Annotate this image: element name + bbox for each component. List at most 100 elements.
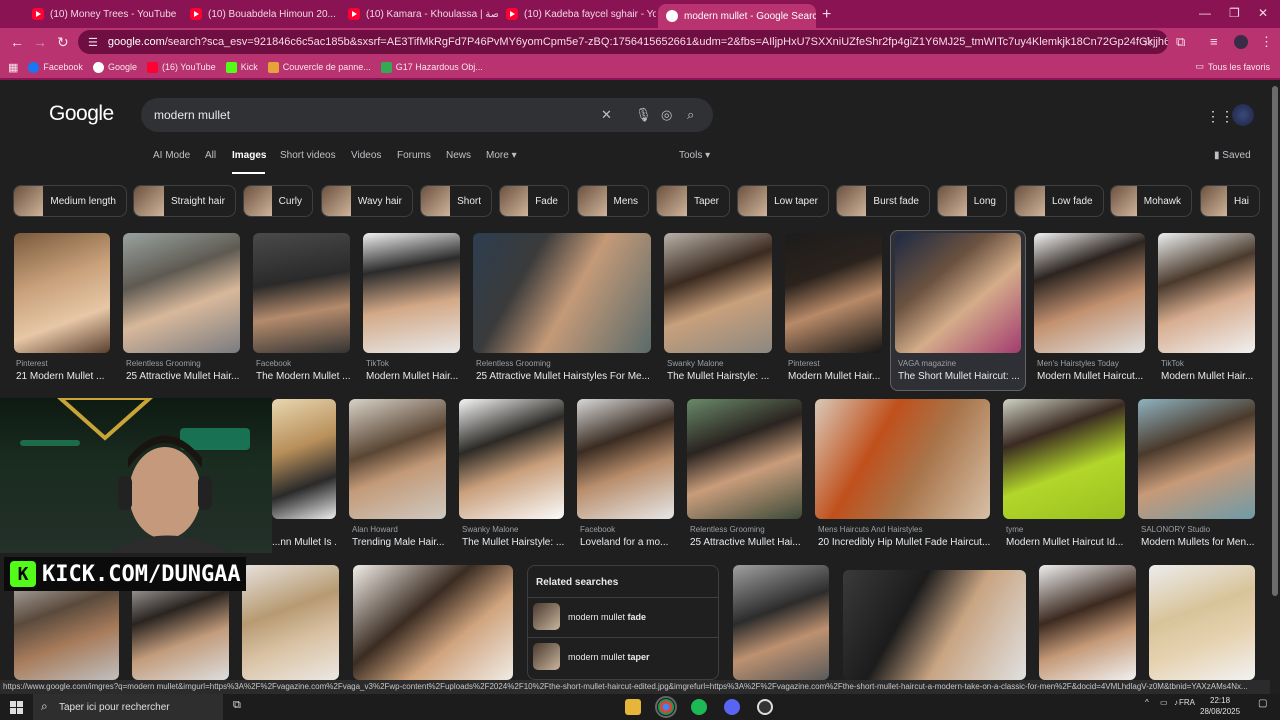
result-title[interactable]: 21 Modern Mullet ... xyxy=(16,371,112,382)
tab-youtube-money-trees[interactable]: (10) Money Trees - YouTube ✕ xyxy=(24,4,182,24)
result-image[interactable] xyxy=(363,233,460,353)
bookmark-google[interactable]: Google xyxy=(92,61,137,73)
tab-images[interactable]: Images xyxy=(232,150,266,161)
result-title[interactable]: 25 Attractive Mullet Hairstyles For Me..… xyxy=(476,371,654,382)
result-source[interactable]: Relentless Grooming xyxy=(126,359,243,368)
all-bookmarks[interactable]: ▭ Tous les favoris xyxy=(1195,61,1270,72)
bookmark-youtube[interactable]: (16) YouTube xyxy=(146,61,216,73)
result-image[interactable] xyxy=(1149,565,1255,680)
result-source[interactable]: Alan Howard xyxy=(352,525,449,534)
reload-icon[interactable]: ↻ xyxy=(57,34,69,51)
chip-fade[interactable]: Fade xyxy=(499,185,569,217)
result-source[interactable]: Facebook xyxy=(256,359,353,368)
tab-more[interactable]: More ▾ xyxy=(486,150,517,161)
result-title[interactable]: Loveland for a mo... xyxy=(580,537,677,548)
result-source[interactable]: Swanky Malone xyxy=(667,359,775,368)
page-scrollbar[interactable] xyxy=(1270,80,1280,694)
chip-wavy-hair[interactable]: Wavy hair xyxy=(321,185,413,217)
result-image[interactable] xyxy=(785,233,882,353)
chip-short[interactable]: Short xyxy=(420,185,492,217)
bookmark-couvercle[interactable]: Couvercle de panne... xyxy=(267,61,371,73)
result-image[interactable] xyxy=(253,233,350,353)
discord-icon[interactable] xyxy=(724,699,740,715)
result-image[interactable] xyxy=(687,399,802,519)
close-window-icon[interactable]: ✕ xyxy=(1258,6,1268,20)
tab-forums[interactable]: Forums xyxy=(397,150,431,161)
bookmark-kick[interactable]: Kick xyxy=(225,61,258,73)
chrome-icon[interactable] xyxy=(655,696,677,718)
tools-button[interactable]: Tools ▾ xyxy=(679,150,710,161)
tab-short-videos[interactable]: Short videos xyxy=(280,150,336,161)
profile-avatar[interactable] xyxy=(1234,35,1248,49)
search-icon[interactable]: ⌕ xyxy=(687,107,694,123)
result-source[interactable]: Pinterest xyxy=(16,359,112,368)
windows-start-icon[interactable] xyxy=(10,701,24,714)
new-tab-button[interactable]: + xyxy=(822,6,831,24)
taskbar-search[interactable]: ⌕ Taper ici pour rechercher xyxy=(33,694,223,720)
avatar[interactable] xyxy=(1232,104,1254,126)
menu-icon[interactable]: ⋮ xyxy=(1260,34,1273,50)
tab-videos[interactable]: Videos xyxy=(351,150,381,161)
site-info-icon[interactable]: ☰ xyxy=(88,36,98,49)
result-title[interactable]: The Short Mullet Haircut: ... xyxy=(898,371,1022,382)
chip-long[interactable]: Long xyxy=(937,185,1007,217)
result-image[interactable] xyxy=(664,233,772,353)
result-image[interactable] xyxy=(895,233,1021,353)
result-title[interactable]: The Mullet Hairstyle: ... xyxy=(462,537,567,548)
result-source[interactable]: TikTok xyxy=(1161,359,1258,368)
result-source[interactable]: Men's Hairstyles Today xyxy=(1037,359,1148,368)
result-source[interactable]: Facebook xyxy=(580,525,677,534)
result-source[interactable]: TikTok xyxy=(366,359,463,368)
result-title[interactable]: Modern Mullet Haircut... xyxy=(1037,371,1148,382)
bookmark-star-icon[interactable]: ☆ xyxy=(1142,34,1154,50)
minimize-icon[interactable]: — xyxy=(1199,6,1211,20)
media-controls-icon[interactable]: ≡ xyxy=(1210,34,1218,49)
chip-mens[interactable]: Mens xyxy=(577,185,649,217)
chip-low-taper[interactable]: Low taper xyxy=(737,185,829,217)
result-image[interactable] xyxy=(815,399,990,519)
language-indicator[interactable]: FRA xyxy=(1179,698,1195,707)
result-image[interactable] xyxy=(1138,399,1255,519)
bookmark-facebook[interactable]: Facebook xyxy=(28,61,83,73)
chip-hair[interactable]: Hai xyxy=(1200,185,1260,217)
result-image[interactable] xyxy=(733,565,829,680)
result-image[interactable] xyxy=(123,233,240,353)
google-logo[interactable]: Google xyxy=(49,102,114,126)
result-image[interactable] xyxy=(1034,233,1145,353)
file-explorer-icon[interactable] xyxy=(625,699,641,715)
result-title[interactable]: The Mullet Hairstyle: ... xyxy=(667,371,775,382)
network-icon[interactable]: ▭ xyxy=(1160,698,1168,707)
forward-icon[interactable]: → xyxy=(33,34,47,50)
result-source[interactable]: Relentless Grooming xyxy=(476,359,654,368)
result-image[interactable] xyxy=(353,565,513,680)
result-title[interactable]: 20 Incredibly Hip Mullet Fade Haircut... xyxy=(818,537,993,548)
result-title[interactable]: 25 Attractive Mullet Hai... xyxy=(690,537,805,548)
result-title[interactable]: Trending Male Hair... xyxy=(352,537,449,548)
result-title[interactable]: The Modern Mullet ... xyxy=(256,371,353,382)
system-clock[interactable]: 22:18 28/08/2025 xyxy=(1200,695,1240,717)
chip-taper[interactable]: Taper xyxy=(656,185,730,217)
apps-grid-icon[interactable]: ▦ xyxy=(8,61,18,74)
result-source[interactable]: tyme xyxy=(1006,525,1128,534)
result-title[interactable]: Modern Mullets for Men... xyxy=(1141,537,1258,548)
task-view-icon[interactable]: ⧉ xyxy=(233,699,241,712)
back-icon[interactable]: ← xyxy=(10,34,24,50)
search-input[interactable]: modern mullet xyxy=(154,108,230,122)
related-search-item[interactable]: modern mullet taper xyxy=(528,637,718,675)
chip-low-fade[interactable]: Low fade xyxy=(1014,185,1104,217)
spotify-icon[interactable] xyxy=(691,699,707,715)
volume-icon[interactable]: ♪ xyxy=(1174,698,1178,707)
tab-youtube-kamara[interactable]: (10) Kamara - Khoulassa | الخلاصة... ✕ xyxy=(340,4,498,24)
result-title[interactable]: 25 Attractive Mullet Hair... xyxy=(126,371,243,382)
chip-curly[interactable]: Curly xyxy=(243,185,313,217)
result-title[interactable]: Modern Mullet Hair... xyxy=(366,371,463,382)
saved-button[interactable]: ▮ Saved xyxy=(1214,150,1251,161)
notifications-icon[interactable]: ▢ xyxy=(1258,698,1267,709)
result-image[interactable] xyxy=(843,570,1026,680)
obs-icon[interactable] xyxy=(757,699,773,715)
result-image[interactable] xyxy=(577,399,674,519)
tab-youtube-kadeba[interactable]: (10) Kadeba faycel sghair - You... ✕ xyxy=(498,4,656,24)
result-title[interactable]: Modern Mullet Hair... xyxy=(1161,371,1258,382)
result-image[interactable] xyxy=(14,233,110,353)
result-source[interactable]: Swanky Malone xyxy=(462,525,567,534)
